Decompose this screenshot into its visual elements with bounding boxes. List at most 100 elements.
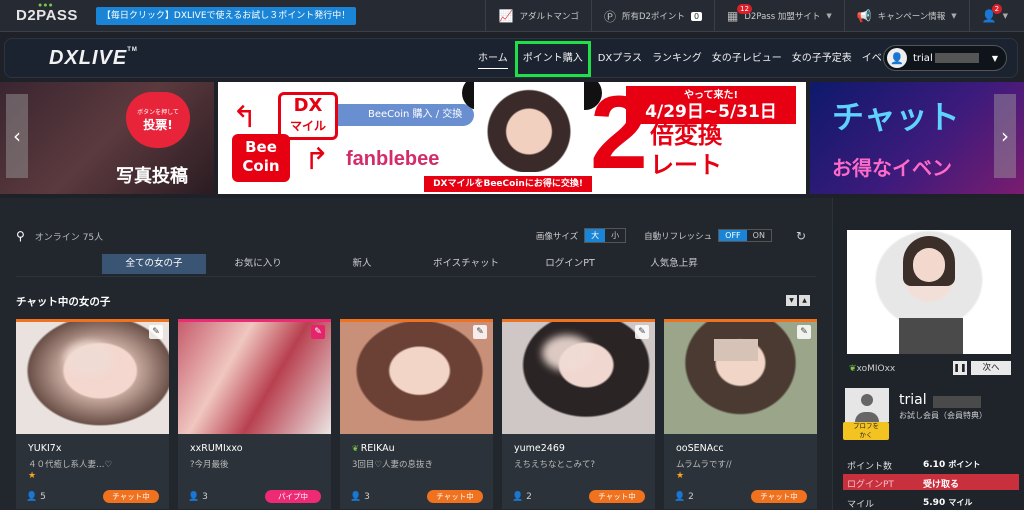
featured-performer-name[interactable]: ❦xoMIOxx xyxy=(849,364,895,374)
search-icon[interactable]: ⚲ xyxy=(16,229,25,243)
adult-mango-link[interactable]: 📈 アダルトマンゴ xyxy=(485,0,590,32)
campaign-menu[interactable]: 📢 キャンペーン情報 ▼ xyxy=(843,0,969,32)
next-button[interactable]: 次へ xyxy=(971,361,1011,375)
performer-card[interactable]: ✎ xxRUMIxxo ?今月最後 👤 3 パイプ中 xyxy=(178,319,331,509)
banner-rate-text: 倍変換 レート xyxy=(650,121,722,179)
person-icon: 👤 xyxy=(26,492,38,502)
tab-trending[interactable]: 人気急上昇 xyxy=(622,254,726,274)
arrow-icon: ↱ xyxy=(304,142,330,177)
performer-message: ?今月最後 xyxy=(190,460,229,470)
nav-schedule[interactable]: 女の子予定表 xyxy=(787,39,857,79)
user-sidebar: ❦xoMIOxx ❚❚ 次へ プロフを かく trial お試し会員（会員特典）… xyxy=(832,198,1024,510)
carousel-prev-button[interactable]: ‹ xyxy=(6,94,28,178)
login-pt-row[interactable]: ログインPT 受け取る xyxy=(843,474,1019,490)
performer-photo[interactable]: ✎ xyxy=(16,319,169,434)
nav-ranking[interactable]: ランキング xyxy=(647,39,707,79)
performer-list: ⚲ オンライン 75人 画像サイズ 大 小 自動リフレッシュ OFF ON ↻ … xyxy=(0,198,832,510)
notification-badge: 2 xyxy=(991,4,1003,14)
size-small-button[interactable]: 小 xyxy=(605,229,625,242)
performer-card[interactable]: ✎ YUKI7x ４０代癒し系人妻…♡ ★ 👤 5 チャット中 xyxy=(16,319,169,509)
chevron-down-icon: ▼ xyxy=(991,53,998,63)
dx-mile-logo: DX マイル xyxy=(278,92,338,140)
performer-name[interactable]: xxRUMIxxo xyxy=(190,443,243,454)
status-badge: チャット中 xyxy=(427,490,483,503)
leaf-icon: ❦ xyxy=(352,444,359,453)
sidebar-user-name: trial xyxy=(899,392,927,408)
image-size-label: 画像サイズ xyxy=(535,231,579,242)
arrow-icon: ↰ xyxy=(232,100,258,135)
dxlive-logo[interactable]: DXLIVETM xyxy=(49,47,138,70)
nav-dx-plus[interactable]: DXプラス xyxy=(593,39,647,79)
status-badge: チャット中 xyxy=(589,490,645,503)
banner-photo-post[interactable]: ボタンを押して 投票! 写真投稿 xyxy=(0,82,214,194)
collapse-down-icon[interactable]: ▼ xyxy=(786,295,797,306)
avatar-icon: 👤 xyxy=(887,48,907,68)
beecoin-pill: BeeCoin 購入 / 交換 xyxy=(338,104,474,126)
pen-icon: ✎ xyxy=(311,325,325,339)
avatar xyxy=(845,388,889,422)
mile-row: マイル 5.90 マイル xyxy=(847,498,973,510)
performer-photo[interactable]: ✎ xyxy=(664,319,817,434)
banner-beecoin[interactable]: ↰ DX マイル Bee Coin ↱ BeeCoin 購入 / 交換 fanb… xyxy=(218,82,806,194)
performer-photo[interactable]: ✎ xyxy=(178,319,331,434)
performer-message: ムラムラです// xyxy=(676,460,732,470)
user-dropdown[interactable]: 👤 trial ▼ xyxy=(883,45,1007,71)
chart-icon: 📈 xyxy=(498,9,514,23)
viewer-count: 👤 3 xyxy=(350,492,370,502)
performer-message: 3回目♡人妻の息抜き xyxy=(352,460,434,470)
megaphone-icon: 📢 xyxy=(856,9,872,23)
status-badge: チャット中 xyxy=(751,490,807,503)
banner-chat-event[interactable]: チャット お得なイベン xyxy=(810,82,1024,194)
collapse-up-icon[interactable]: ▲ xyxy=(799,295,810,306)
banner-carousel: ボタンを押して 投票! 写真投稿 ‹ ↰ DX マイル Bee Coin ↱ B… xyxy=(0,82,1024,194)
beecoin-logo: Bee Coin xyxy=(232,134,290,182)
featured-performer-photo[interactable] xyxy=(847,230,1011,354)
nav-home[interactable]: ホーム xyxy=(473,39,513,79)
performer-card[interactable]: ✎ yume2469 えちえちなとこみて? 👤 2 チャット中 xyxy=(502,319,655,509)
auto-refresh-label: 自動リフレッシュ xyxy=(644,231,713,242)
carousel-next-button[interactable]: › xyxy=(994,94,1016,178)
tab-login-pt[interactable]: ログインPT xyxy=(518,254,622,274)
pause-button[interactable]: ❚❚ xyxy=(953,361,967,375)
performer-name[interactable]: ❦ REIKAu xyxy=(352,443,395,454)
refresh-icon[interactable]: ↻ xyxy=(796,229,806,243)
performer-photo[interactable]: ✎ xyxy=(502,319,655,434)
performer-name[interactable]: YUKI7x xyxy=(28,443,61,454)
nav-buy-points[interactable]: ポイント購入 xyxy=(514,41,591,77)
chevron-left-icon: ‹ xyxy=(13,124,21,148)
points-badge: 0 xyxy=(690,11,703,21)
size-large-button[interactable]: 大 xyxy=(585,229,606,242)
status-badge: チャット中 xyxy=(103,490,159,503)
chevron-down-icon: ▼ xyxy=(951,12,957,20)
performer-message: ４０代癒し系人妻…♡ xyxy=(28,460,113,470)
pen-icon: ✎ xyxy=(473,325,487,339)
filter-tabs: 全ての女の子 お気に入り 新人 ボイスチャット ログインPT 人気急上昇 xyxy=(102,254,726,274)
viewer-count: 👤 3 xyxy=(188,492,208,502)
fanblebee-logo: fanblebee xyxy=(346,148,440,170)
section-title: チャット中の女の子 xyxy=(16,296,111,308)
performer-card[interactable]: ✎ ooSENAcc ムラムラです// ★ 👤 2 チャット中 xyxy=(664,319,817,509)
banner-left-title: 写真投稿 xyxy=(116,166,188,187)
online-count: オンライン 75人 xyxy=(34,232,104,243)
tab-all-girls[interactable]: 全ての女の子 xyxy=(102,254,206,274)
tab-new[interactable]: 新人 xyxy=(310,254,414,274)
pen-icon: ✎ xyxy=(797,325,811,339)
account-menu[interactable]: 👤 2 ▼ xyxy=(968,0,1024,32)
member-sites-menu[interactable]: ▦ 12 D2Pass 加盟サイト ▼ xyxy=(714,0,844,32)
tab-favorites[interactable]: お気に入り xyxy=(206,254,310,274)
refresh-on-button[interactable]: ON xyxy=(747,230,771,241)
receive-button[interactable]: 受け取る xyxy=(923,477,959,490)
promo-link[interactable]: 【毎日クリック】DXLIVEで使えるお試し３ポイント発行中！ xyxy=(95,6,357,25)
performer-name[interactable]: yume2469 xyxy=(514,443,565,454)
performer-card[interactable]: ✎ ❦ REIKAu 3回目♡人妻の息抜き 👤 3 チャット中 xyxy=(340,319,493,509)
d2-points-link[interactable]: Ⓟ 所有D2ポイント 0 xyxy=(590,0,714,32)
performer-photo[interactable]: ✎ xyxy=(340,319,493,434)
performer-name[interactable]: ooSENAcc xyxy=(676,443,724,454)
refresh-off-button[interactable]: OFF xyxy=(719,230,747,241)
chevron-right-icon: › xyxy=(1001,124,1009,148)
nav-reviews[interactable]: 女の子レビュー xyxy=(707,39,787,79)
d2pass-logo[interactable]: ●●● D2PASS xyxy=(16,2,78,24)
performer-message: えちえちなとこみて? xyxy=(514,460,596,470)
write-profile-button[interactable]: プロフを かく xyxy=(843,422,889,440)
tab-voice-chat[interactable]: ボイスチャット xyxy=(414,254,518,274)
